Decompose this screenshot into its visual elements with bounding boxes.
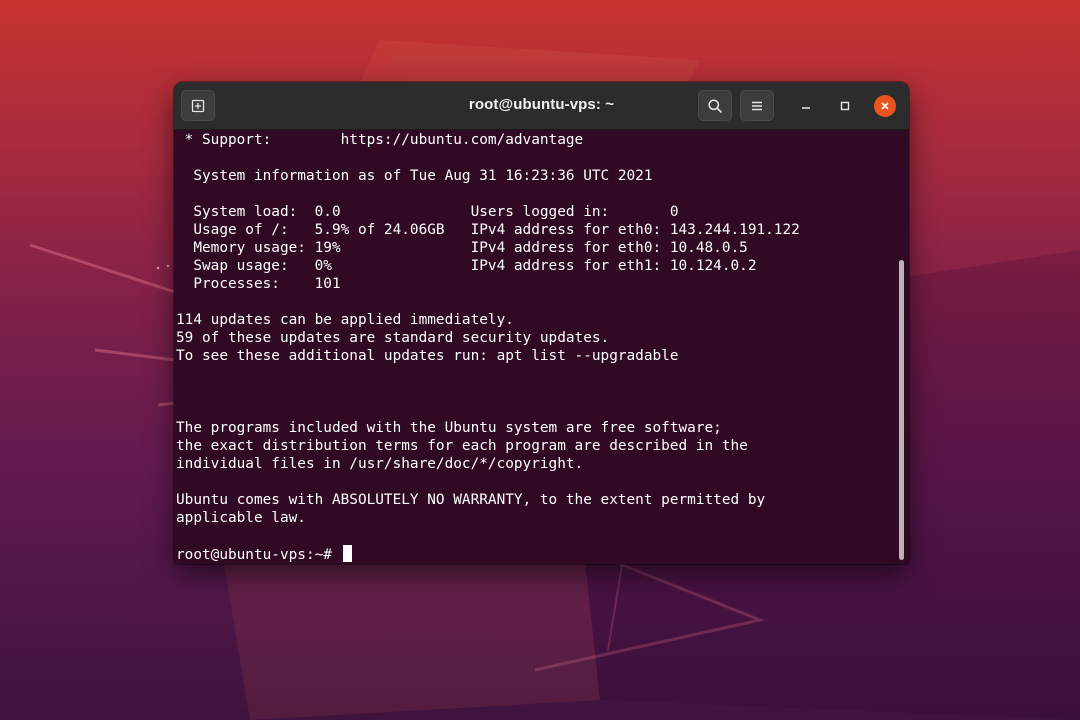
terminal-line: Swap usage: 0% IPv4 address for eth1: 10… bbox=[176, 258, 757, 274]
scrollbar-thumb[interactable] bbox=[899, 260, 904, 560]
terminal-line: System load: 0.0 Users logged in: 0 bbox=[176, 204, 679, 220]
terminal-line: applicable law. bbox=[176, 510, 306, 526]
terminal-line: The programs included with the Ubuntu sy… bbox=[176, 420, 722, 436]
terminal-line: Processes: 101 bbox=[176, 276, 341, 292]
terminal-prompt-line[interactable]: root@ubuntu-vps:~# bbox=[176, 545, 352, 564]
terminal-line: 59 of these updates are standard securit… bbox=[176, 330, 610, 346]
hamburger-menu-icon bbox=[752, 101, 762, 110]
text-cursor bbox=[342, 545, 352, 562]
search-icon bbox=[708, 98, 722, 113]
terminal-line: * Support: https://ubuntu.com/advantage bbox=[176, 132, 584, 148]
search-button[interactable] bbox=[698, 90, 732, 121]
terminal-output-area[interactable]: * Support: https://ubuntu.com/advantage … bbox=[174, 130, 909, 564]
terminal-line: individual files in /usr/share/doc/*/cop… bbox=[176, 456, 584, 472]
shell-prompt: root@ubuntu-vps:~# bbox=[176, 547, 341, 563]
maximize-icon bbox=[840, 101, 850, 111]
minimize-button[interactable] bbox=[795, 95, 817, 117]
scrollbar[interactable] bbox=[898, 130, 906, 564]
terminal-line: To see these additional updates run: apt… bbox=[176, 348, 679, 364]
terminal-line: the exact distribution terms for each pr… bbox=[176, 438, 748, 454]
maximize-button[interactable] bbox=[834, 95, 856, 117]
terminal-line: Ubuntu comes with ABSOLUTELY NO WARRANTY… bbox=[176, 492, 766, 508]
terminal-line: Usage of /: 5.9% of 24.06GB IPv4 address… bbox=[176, 222, 800, 238]
close-icon bbox=[881, 102, 889, 110]
terminal-output: * Support: https://ubuntu.com/advantage … bbox=[176, 131, 800, 527]
terminal-window[interactable]: root@ubuntu-vps: ~ * Support: https://ub… bbox=[174, 82, 909, 564]
titlebar[interactable]: root@ubuntu-vps: ~ bbox=[174, 82, 909, 130]
terminal-line: Memory usage: 19% IPv4 address for eth0:… bbox=[176, 240, 748, 256]
terminal-line: System information as of Tue Aug 31 16:2… bbox=[176, 168, 653, 184]
minimize-icon bbox=[802, 107, 810, 109]
terminal-line: 114 updates can be applied immediately. bbox=[176, 312, 514, 328]
menu-button[interactable] bbox=[740, 90, 774, 121]
close-button[interactable] bbox=[874, 95, 896, 117]
